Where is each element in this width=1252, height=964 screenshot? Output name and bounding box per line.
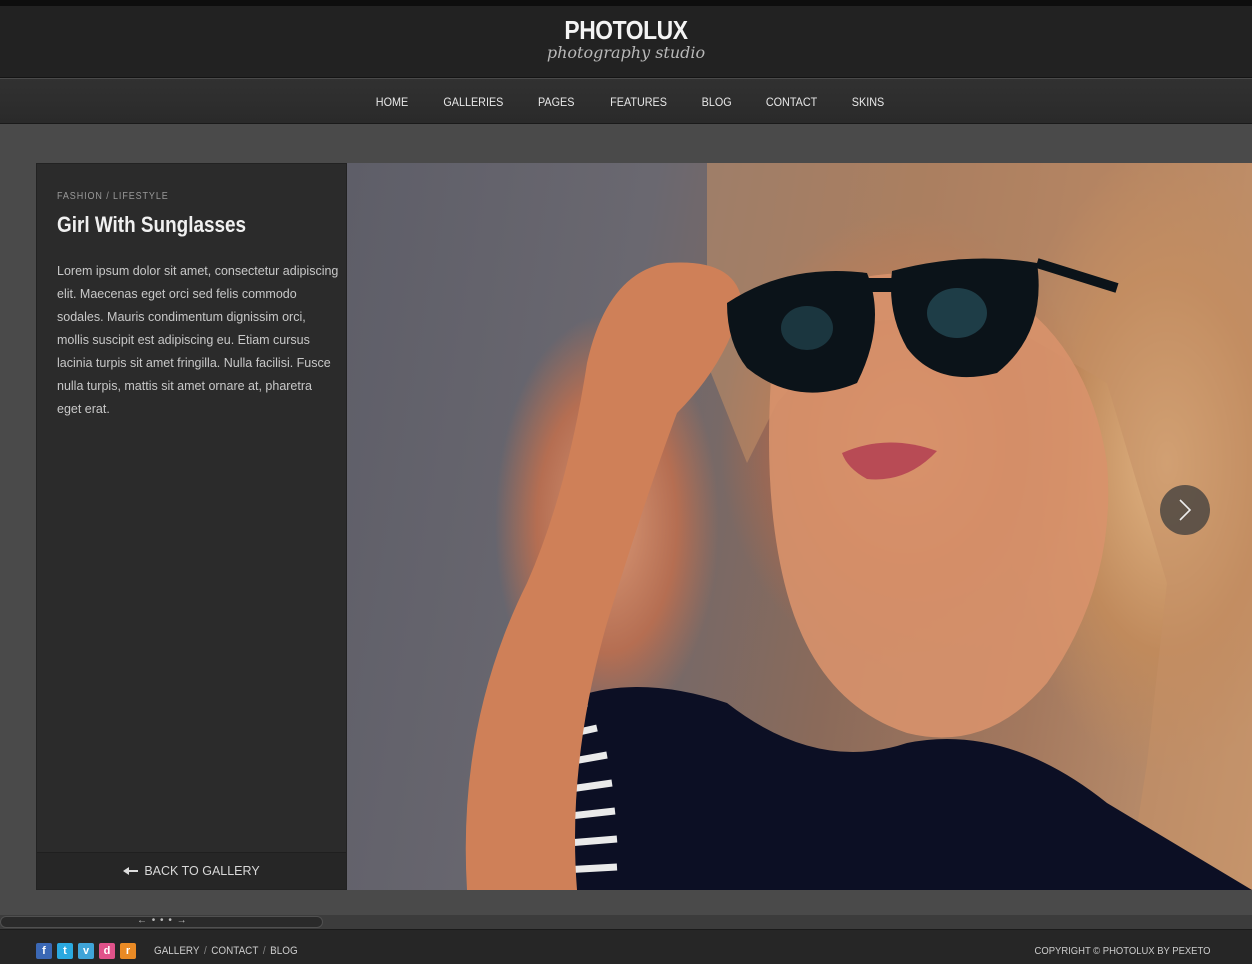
logo-title: PHOTOLUX [564,15,688,45]
vimeo-icon[interactable]: v [78,943,94,959]
nav-item-galleries[interactable]: GALLERIES [443,95,503,109]
rss-icon[interactable]: r [120,943,136,959]
scroll-thumb[interactable]: ← • • • → [0,915,323,928]
item-info-panel: FASHION / LIFESTYLE Girl With Sunglasses… [36,163,347,890]
nav-item-home[interactable]: HOME [375,95,407,109]
site-header: PHOTOLUX photography studio [0,6,1252,78]
next-image-button[interactable] [1160,485,1210,535]
back-to-gallery-button[interactable]: BACK TO GALLERY [37,852,346,889]
logo-subtitle: photography studio [546,43,706,62]
nav-item-pages[interactable]: PAGES [538,95,574,109]
site-logo[interactable]: PHOTOLUX photography studio [0,16,1252,63]
horizontal-scrollbar[interactable]: ← • • • → [0,915,1252,929]
dribbble-icon[interactable]: d [99,943,115,959]
arrow-left-icon [123,866,139,876]
footer-link-blog[interactable]: BLOG [270,945,298,957]
main-nav: HOME GALLERIES PAGES FEATURES BLOG CONTA… [0,79,1252,124]
item-title: Girl With Sunglasses [57,212,247,237]
back-to-gallery-label: BACK TO GALLERY [144,864,260,878]
footer-link-gallery[interactable]: GALLERY [154,945,200,957]
gallery-photo [347,163,1252,890]
chevron-right-icon [1179,499,1192,521]
footer-link-contact[interactable]: CONTACT [211,945,258,957]
photo-illustration [465,163,1252,890]
copyright: COPYRIGHT © PHOTOLUX BY PEXETO [1034,945,1210,957]
gallery-item-view: FASHION / LIFESTYLE Girl With Sunglasses… [36,163,1252,890]
footer-links: GALLERY / CONTACT / BLOG [154,945,298,957]
nav-item-contact[interactable]: CONTACT [766,95,817,109]
facebook-icon[interactable]: f [36,943,52,959]
nav-item-features[interactable]: FEATURES [610,95,667,109]
nav-item-skins[interactable]: SKINS [852,95,884,109]
site-footer: f t v d r GALLERY / CONTACT / BLOG COPYRIGHT… [0,929,1252,964]
social-links: f t v d r [36,943,136,959]
item-description: Lorem ipsum dolor sit amet, consectetur … [57,264,339,416]
item-category: FASHION / LIFESTYLE [57,191,169,202]
nav-item-blog[interactable]: BLOG [702,95,732,109]
scroll-thumb-label: ← • • • → [137,915,188,926]
twitter-icon[interactable]: t [57,943,73,959]
